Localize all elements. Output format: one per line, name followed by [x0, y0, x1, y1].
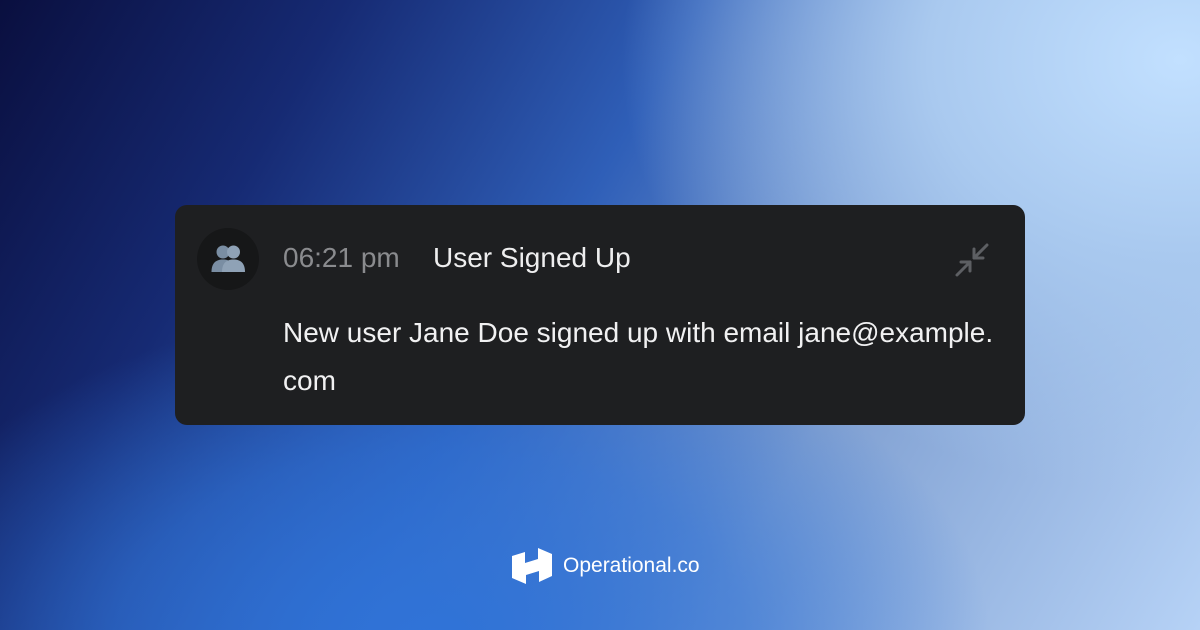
notification-time: 06:21 pm: [283, 242, 400, 273]
notification-card: 06:21 pm User Signed Up New user Jane Do…: [175, 205, 1025, 425]
notification-title: User Signed Up: [433, 242, 631, 273]
avatar: [197, 228, 259, 290]
brand: Operational.co: [512, 548, 700, 584]
notification-message: New user Jane Doe signed up with email j…: [283, 317, 994, 396]
users-icon: [211, 245, 245, 272]
collapse-icon: [955, 243, 989, 277]
brand-name: Operational.co: [563, 554, 700, 577]
collapse-button[interactable]: [953, 241, 991, 279]
operational-logo-icon: [512, 548, 552, 584]
